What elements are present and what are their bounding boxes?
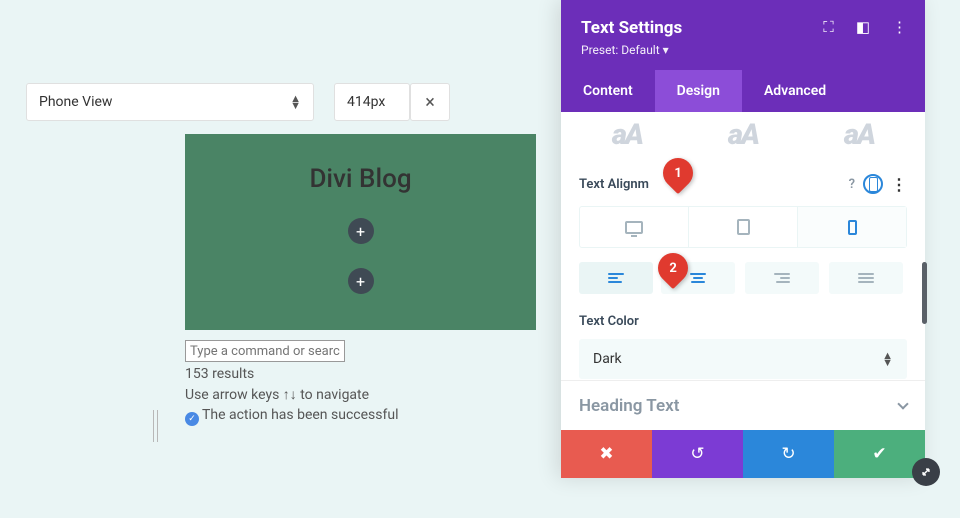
align-right[interactable] bbox=[745, 262, 819, 294]
panel-tabs: Content Design Advanced bbox=[561, 70, 925, 112]
snap-icon[interactable]: ◧ bbox=[856, 18, 870, 36]
phone-icon bbox=[848, 220, 857, 235]
text-color-value: Dark bbox=[593, 351, 622, 367]
font-preview-row: aA aA aA bbox=[579, 112, 907, 152]
add-module-button[interactable]: + bbox=[348, 218, 374, 244]
undo-button[interactable]: ↺ bbox=[652, 430, 743, 478]
font-preview[interactable]: aA bbox=[728, 118, 758, 152]
results-count: 153 results bbox=[185, 366, 535, 382]
resize-handle[interactable] bbox=[153, 410, 159, 442]
chevron-down-icon bbox=[897, 398, 908, 409]
heading-text-section[interactable]: Heading Text bbox=[561, 380, 925, 430]
scrollbar-thumb[interactable] bbox=[922, 262, 927, 324]
alignment-options bbox=[579, 262, 907, 294]
panel-footer: ✖ ↺ ↻ ✔ bbox=[561, 430, 925, 478]
align-left[interactable] bbox=[579, 262, 653, 294]
device-phone[interactable] bbox=[798, 207, 906, 247]
settings-panel: Text Settings Preset: Default ▾ ⛶ ◧ ⋮ Co… bbox=[561, 0, 925, 478]
responsive-phone-badge[interactable] bbox=[863, 174, 883, 194]
tab-content[interactable]: Content bbox=[561, 70, 655, 112]
success-message: ✓The action has been successful bbox=[185, 407, 535, 426]
menu-dots-icon[interactable]: ⋮ bbox=[892, 18, 907, 36]
text-color-select[interactable]: Dark ▲▼ bbox=[579, 339, 907, 379]
desktop-icon bbox=[625, 221, 643, 234]
panel-preset[interactable]: Preset: Default ▾ bbox=[581, 43, 905, 57]
field-menu-icon[interactable]: ⋮ bbox=[891, 175, 907, 194]
tab-advanced[interactable]: Advanced bbox=[742, 70, 848, 112]
preview-title: Divi Blog bbox=[185, 134, 536, 194]
command-input[interactable] bbox=[185, 340, 345, 362]
tablet-icon bbox=[737, 219, 750, 235]
text-color-label: Text Color bbox=[579, 314, 907, 329]
nav-hint: Use arrow keys ↑↓ to navigate bbox=[185, 386, 535, 403]
check-icon: ✓ bbox=[185, 412, 199, 426]
font-preview[interactable]: aA bbox=[844, 118, 874, 152]
align-justify[interactable] bbox=[829, 262, 903, 294]
cancel-button[interactable]: ✖ bbox=[561, 430, 652, 478]
mobile-preview: Divi Blog + + bbox=[185, 134, 536, 330]
redo-button[interactable]: ↻ bbox=[743, 430, 834, 478]
help-icon[interactable]: ? bbox=[849, 177, 855, 192]
device-desktop[interactable] bbox=[580, 207, 689, 247]
close-icon: × bbox=[425, 92, 435, 113]
expand-icon[interactable]: ⛶ bbox=[823, 18, 834, 36]
close-width-button[interactable]: × bbox=[410, 83, 450, 121]
view-select-label: Phone View bbox=[39, 94, 112, 110]
add-row-button[interactable]: + bbox=[348, 268, 374, 294]
device-tabs bbox=[579, 206, 907, 248]
device-tablet[interactable] bbox=[689, 207, 798, 247]
width-input[interactable]: 414px bbox=[334, 83, 410, 121]
select-caret-icon: ▲▼ bbox=[290, 95, 301, 109]
panel-header: Text Settings Preset: Default ▾ ⛶ ◧ ⋮ bbox=[561, 0, 925, 70]
font-preview[interactable]: aA bbox=[612, 118, 642, 152]
responsive-controls: Phone View ▲▼ 414px × bbox=[26, 83, 450, 121]
tab-design[interactable]: Design bbox=[655, 70, 742, 112]
select-caret-icon: ▲▼ bbox=[882, 352, 893, 366]
command-palette: 153 results Use arrow keys ↑↓ to navigat… bbox=[185, 340, 535, 426]
panel-body: aA aA aA Text Alignm ? ⋮ Text Color bbox=[561, 112, 925, 430]
text-alignment-label: Text Alignm ? ⋮ bbox=[579, 174, 907, 194]
width-value: 414px bbox=[347, 94, 385, 110]
view-select[interactable]: Phone View ▲▼ bbox=[26, 83, 314, 121]
drag-resize-button[interactable] bbox=[912, 458, 940, 486]
